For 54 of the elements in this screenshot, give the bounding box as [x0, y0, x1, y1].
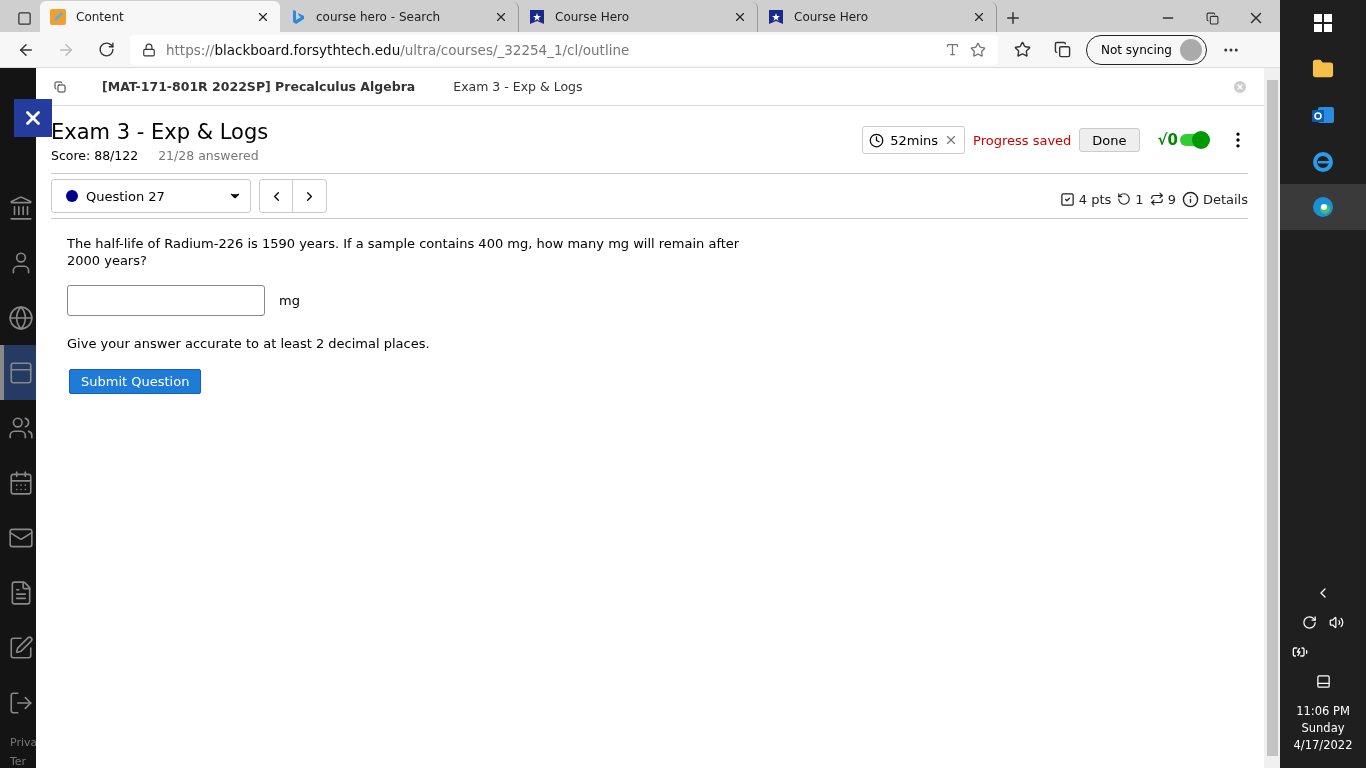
clock-icon — [869, 132, 885, 148]
pencil-square-icon — [8, 634, 34, 661]
exam-title: Exam 3 - Exp & Logs — [51, 120, 269, 144]
clock-text[interactable]: 11:06 PM Sunday 4/17/2022 — [1293, 703, 1353, 754]
speaker-icon[interactable] — [1329, 615, 1344, 630]
retry-icon — [1117, 192, 1132, 206]
globe-icon — [8, 304, 34, 331]
window-icon — [54, 80, 66, 93]
footer-link[interactable]: Ter — [0, 755, 36, 768]
math-toggle[interactable] — [1180, 134, 1208, 146]
calendar-icon — [8, 469, 34, 496]
add-favorite-icon[interactable] — [970, 41, 986, 58]
panel-icon — [8, 359, 34, 386]
retries-count: 1 — [1135, 191, 1144, 207]
score-text: Score: 88/122 — [51, 148, 139, 163]
points-text: 4 pts — [1078, 191, 1112, 207]
pencil-favicon-icon — [50, 8, 66, 25]
sync-icon[interactable] — [1302, 615, 1317, 630]
question-select[interactable]: Question 27 — [51, 179, 251, 213]
checkbox-icon — [1059, 191, 1075, 207]
answer-field[interactable] — [67, 285, 265, 316]
status-dot — [66, 190, 78, 202]
b-logo-icon — [290, 9, 306, 26]
course-title[interactable]: [MAT-171-801R 2022SP] Precalculus Algebra — [102, 79, 416, 94]
building-icon — [8, 194, 34, 221]
battery-icon[interactable] — [1292, 644, 1308, 660]
address-bar[interactable]: https://blackboard.forsythtech.edu/ultra/courses/_32254_1/cl/outline — [130, 34, 998, 65]
timer-text: 52mins — [890, 132, 939, 148]
question-text: The half-life of Radium-226 is 1590 years. If a sample contains 400 mg, how many mg will remain after 2000 years? — [67, 235, 741, 269]
lock-icon — [142, 42, 156, 57]
keyboard-panel-icon[interactable] — [1315, 674, 1331, 689]
answered-count: 21/28 answered — [158, 148, 259, 163]
details-link[interactable]: Details — [1202, 191, 1248, 207]
unit-label: mg — [279, 293, 300, 308]
info-icon[interactable] — [1181, 190, 1199, 208]
footer-link[interactable]: Priva — [0, 736, 36, 749]
close-panel-button[interactable] — [14, 99, 52, 137]
people-icon — [8, 414, 34, 441]
url-text: https://blackboard.forsythtech.edu/ultra/courses/_32254_1/cl/outline — [166, 41, 630, 58]
browser-tab[interactable]: Content — [40, 1, 280, 33]
attempts-count: 9 — [1167, 191, 1176, 207]
avatar-icon — [1179, 38, 1202, 61]
star-shield-icon — [768, 9, 784, 26]
star-shield-icon — [529, 9, 545, 26]
sidebar-item[interactable] — [0, 345, 36, 400]
answer-hint: Give your answer accurate to at least 2 decimal places. — [67, 336, 430, 351]
read-aloud-icon[interactable] — [945, 42, 960, 57]
breadcrumb-page: Exam 3 - Exp & Logs — [453, 79, 583, 94]
scrollbar[interactable] — [1264, 68, 1280, 768]
math-label: √0 — [1157, 131, 1178, 149]
save-status: Progress saved — [973, 132, 1072, 148]
repeat-icon — [1149, 192, 1164, 206]
done-button[interactable]: Done — [1079, 128, 1140, 152]
submit-button[interactable]: Submit Question — [69, 369, 202, 394]
